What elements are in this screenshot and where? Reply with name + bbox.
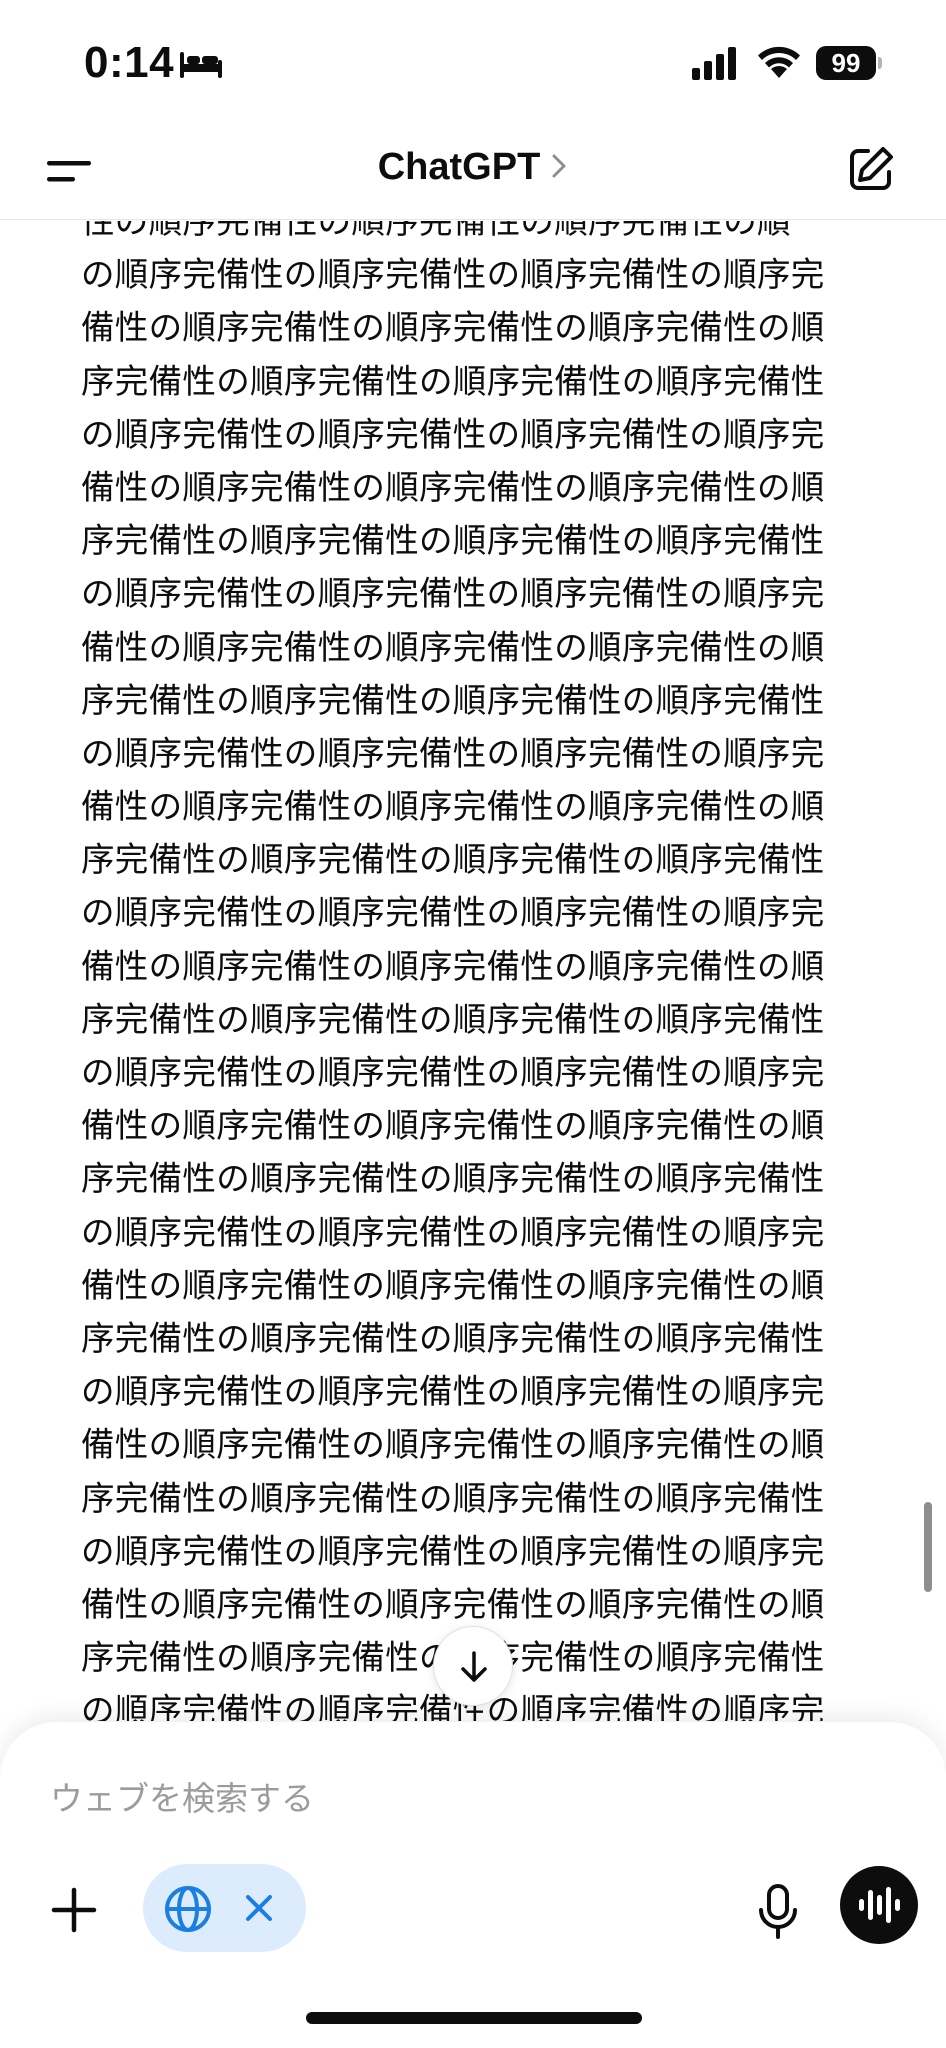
message-input[interactable] <box>50 1768 890 1828</box>
message-text-line: の順序完備性の順序完備性の順序完備性の順序完 <box>81 414 825 454</box>
message-text-line: 性の順序完備性の順序完備性の順序完備性の順 <box>81 221 791 241</box>
assistant-message: 性の順序完備性の順序完備性の順序完備性の順の順序完備性の順序完備性の順序完備性の… <box>81 221 881 1721</box>
chat-message-area[interactable]: 性の順序完備性の順序完備性の順序完備性の順の順序完備性の順序完備性の順序完備性の… <box>0 221 946 1721</box>
message-text-line: 序完備性の順序完備性の順序完備性の順序完備性 <box>81 840 825 880</box>
message-text-line: の順序完備性の順序完備性の順序完備性の順序完 <box>81 574 825 614</box>
message-text-line: の順序完備性の順序完備性の順序完備性の順序完 <box>81 1212 825 1252</box>
scroll-to-bottom-button[interactable] <box>433 1626 513 1706</box>
message-text-line: 序完備性の順序完備性の順序完備性の順序完備性 <box>81 1318 825 1358</box>
wifi-icon <box>758 46 800 78</box>
globe-icon <box>165 1886 211 1932</box>
close-icon[interactable] <box>241 1890 277 1926</box>
web-search-chip[interactable] <box>143 1864 306 1952</box>
message-text-line: 序完備性の順序完備性の順序完備性の順序完備性 <box>81 1478 825 1518</box>
message-text-line: 備性の順序完備性の順序完備性の順序完備性の順 <box>81 1584 825 1624</box>
header: ChatGPT <box>0 120 946 220</box>
home-indicator[interactable] <box>306 2012 642 2024</box>
battery-cap <box>878 57 882 69</box>
bed-icon <box>180 52 222 78</box>
voice-waveform-icon <box>859 1887 900 1923</box>
plus-icon[interactable] <box>46 1882 102 1938</box>
message-text-line: 序完備性の順序完備性の順序完備性の順序完備性 <box>81 999 825 1039</box>
model-selector[interactable]: ChatGPT <box>0 146 946 189</box>
message-text-line: 備性の順序完備性の順序完備性の順序完備性の順 <box>81 627 825 667</box>
message-text-line: の順序完備性の順序完備性の順序完備性の順序完 <box>81 733 825 773</box>
message-text-line: 備性の順序完備性の順序完備性の順序完備性の順 <box>81 467 825 507</box>
battery-icon: 99 <box>816 46 882 80</box>
message-text-line: 序完備性の順序完備性の順序完備性の順序完備性 <box>81 521 825 561</box>
message-text-line: の順序完備性の順序完備性の順序完備性の順序完 <box>81 255 825 295</box>
message-text-line: 備性の順序完備性の順序完備性の順序完備性の順 <box>81 1265 825 1305</box>
microphone-icon[interactable] <box>756 1882 800 1942</box>
composer <box>0 1722 946 2048</box>
message-text-line: 備性の順序完備性の順序完備性の順序完備性の順 <box>81 1106 825 1146</box>
status-bar: 0:14 99 <box>0 0 946 120</box>
status-time: 0:14 <box>84 38 175 87</box>
new-chat-icon[interactable] <box>846 144 896 194</box>
message-text-line: の順序完備性の順序完備性の順序完備性の順序完 <box>81 893 825 933</box>
message-text-line: 備性の順序完備性の順序完備性の順序完備性の順 <box>81 308 825 348</box>
page-title: ChatGPT <box>377 146 541 188</box>
message-text-line: 序完備性の順序完備性の順序完備性の順序完備性 <box>81 680 825 720</box>
message-text-line: 備性の順序完備性の順序完備性の順序完備性の順 <box>81 787 825 827</box>
battery-level: 99 <box>816 46 876 80</box>
scrollbar[interactable] <box>924 1502 932 1592</box>
message-text-line: 序完備性の順序完備性の順序完備性の順序完備性 <box>81 361 825 401</box>
cellular-signal-icon <box>692 47 736 80</box>
voice-mode-button[interactable] <box>840 1866 918 1944</box>
message-text-line: の順序完備性の順序完備性の順序完備性の順序完 <box>81 1372 825 1412</box>
message-text-line: 備性の順序完備性の順序完備性の順序完備性の順 <box>81 946 825 986</box>
message-text-line: 備性の順序完備性の順序完備性の順序完備性の順 <box>81 1425 825 1465</box>
message-text-line: 序完備性の順序完備性の順序完備性の順序完備性 <box>81 1159 825 1199</box>
message-text-line: の順序完備性の順序完備性の順序完備性の順序完 <box>81 1053 825 1092</box>
message-text-line: の順序完備性の順序完備性の順序完備性の順序完 <box>81 1531 825 1571</box>
chevron-right-icon <box>552 154 566 178</box>
arrow-down-icon <box>461 1651 487 1682</box>
